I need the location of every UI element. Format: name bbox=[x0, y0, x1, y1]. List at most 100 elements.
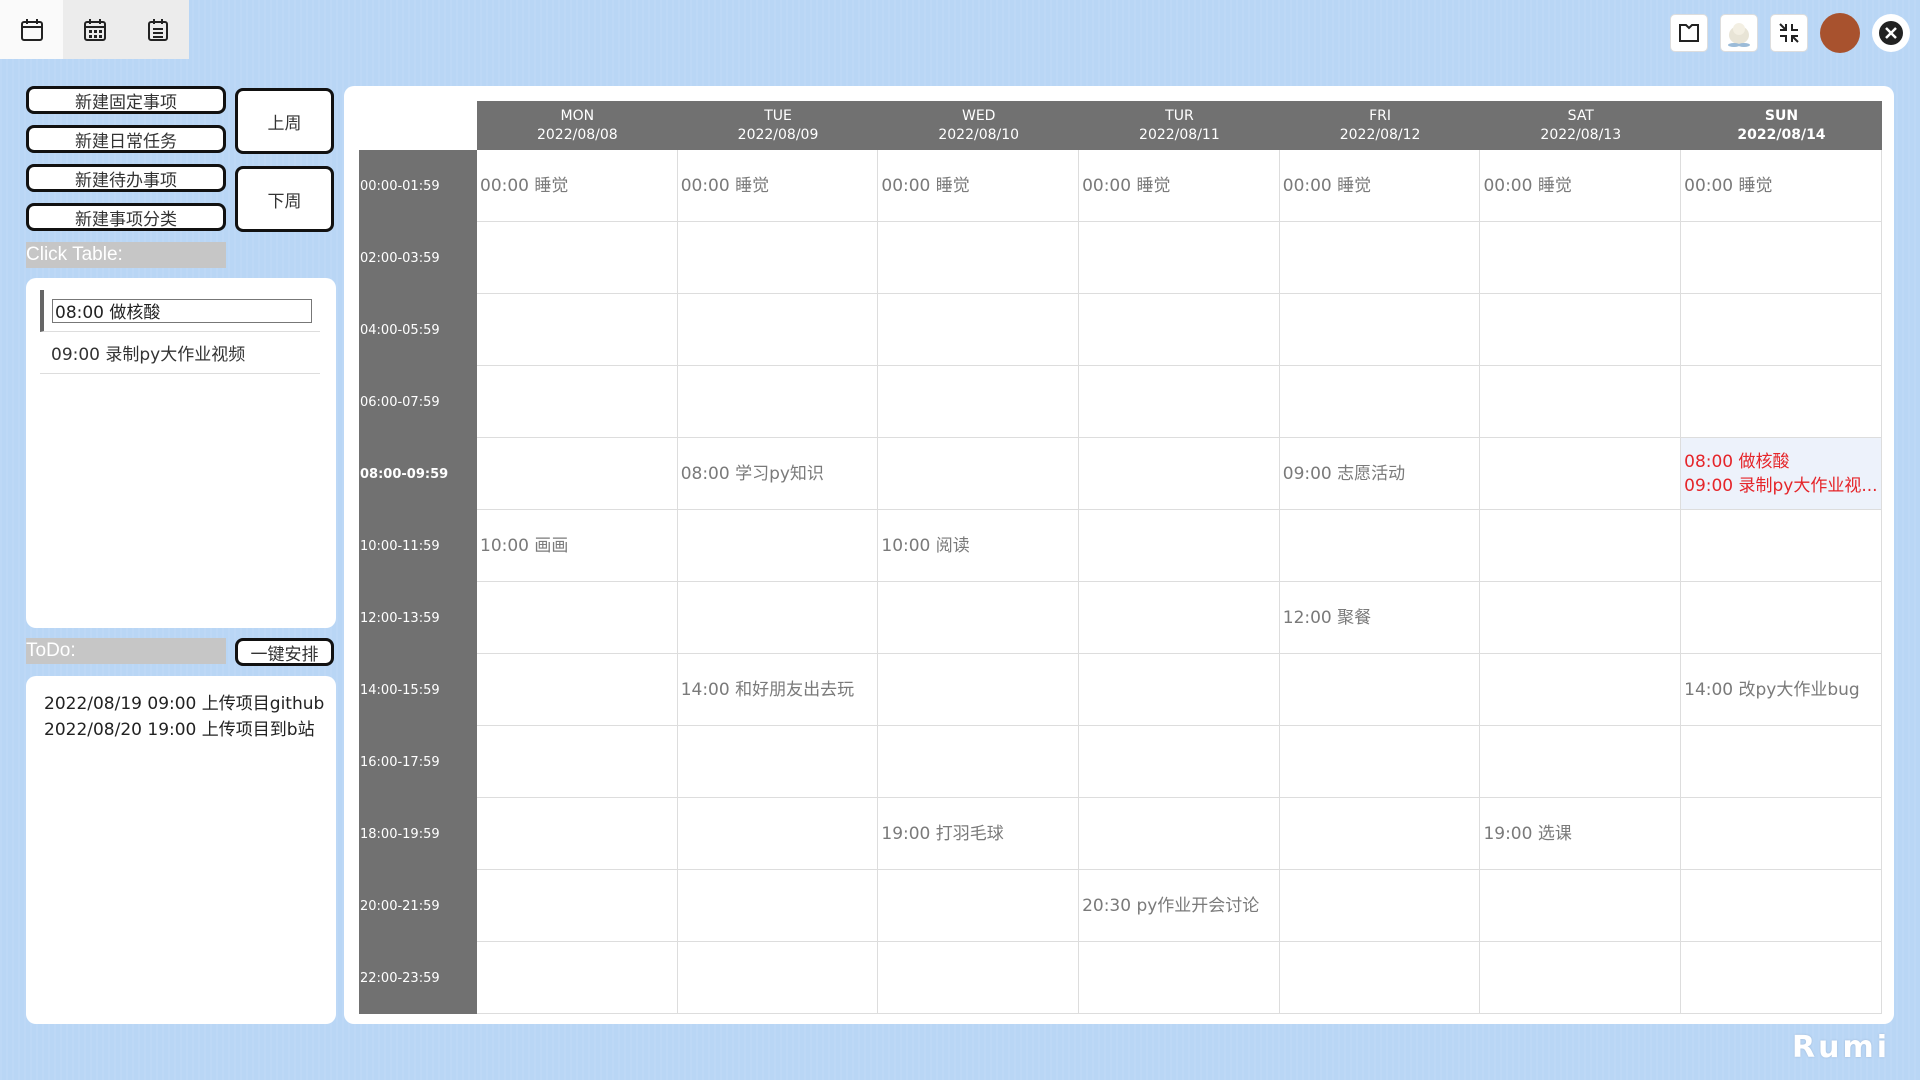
calendar-cell[interactable] bbox=[1279, 798, 1481, 870]
calendar-cell[interactable] bbox=[677, 222, 879, 294]
calendar-cell[interactable] bbox=[1480, 942, 1682, 1014]
calendar-cell[interactable] bbox=[878, 294, 1080, 366]
calendar-cell[interactable] bbox=[878, 222, 1080, 294]
calendar-cell[interactable]: 08:00 做核酸 09:00 录制py大作业视... bbox=[1681, 438, 1882, 510]
calendar-cell[interactable] bbox=[677, 366, 879, 438]
calendar-cell[interactable] bbox=[477, 438, 678, 510]
calendar-cell[interactable] bbox=[477, 798, 678, 870]
calendar-cell[interactable] bbox=[677, 582, 879, 654]
new-fixed-item-button[interactable]: 新建固定事项 bbox=[26, 86, 226, 114]
calendar-cell[interactable] bbox=[1279, 366, 1481, 438]
calendar-cell[interactable] bbox=[1279, 222, 1481, 294]
calendar-cell[interactable] bbox=[1480, 726, 1682, 798]
calendar-cell[interactable]: 08:00 学习py知识 bbox=[677, 438, 879, 510]
todo-item[interactable]: 2022/08/20 19:00 上传项目到b站 bbox=[44, 717, 318, 743]
calendar-cell[interactable]: 00:00 睡觉 bbox=[677, 150, 879, 222]
calendar-cell[interactable]: 12:00 聚餐 bbox=[1279, 582, 1481, 654]
calendar-cell[interactable] bbox=[477, 294, 678, 366]
calendar-cell[interactable] bbox=[1079, 294, 1280, 366]
calendar-cell[interactable] bbox=[477, 726, 678, 798]
calendar-cell[interactable] bbox=[1681, 366, 1882, 438]
list-item[interactable] bbox=[40, 290, 320, 332]
pet-button[interactable] bbox=[1720, 14, 1758, 52]
calendar-cell[interactable] bbox=[878, 870, 1080, 942]
calendar-cell[interactable]: 00:00 睡觉 bbox=[477, 150, 678, 222]
calendar-cell[interactable] bbox=[1681, 222, 1882, 294]
calendar-cell[interactable]: 19:00 选课 bbox=[1480, 798, 1682, 870]
calendar-cell[interactable] bbox=[477, 654, 678, 726]
calendar-cell[interactable] bbox=[1279, 942, 1481, 1014]
calendar-cell[interactable]: 00:00 睡觉 bbox=[1480, 150, 1682, 222]
calendar-cell[interactable] bbox=[1279, 654, 1481, 726]
calendar-cell[interactable] bbox=[878, 438, 1080, 510]
calendar-cell[interactable]: 20:30 py作业开会讨论 bbox=[1079, 870, 1280, 942]
todo-item[interactable]: 2022/08/19 09:00 上传项目github bbox=[44, 691, 324, 717]
calendar-cell[interactable]: 00:00 睡觉 bbox=[1079, 150, 1280, 222]
calendar-cell[interactable]: 10:00 阅读 bbox=[878, 510, 1080, 582]
calendar-cell[interactable] bbox=[1480, 222, 1682, 294]
calendar-cell[interactable] bbox=[1279, 510, 1481, 582]
calendar-cell[interactable] bbox=[1079, 942, 1280, 1014]
calendar-cell[interactable] bbox=[878, 942, 1080, 1014]
calendar-cell[interactable]: 14:00 和好朋友出去玩 bbox=[677, 654, 879, 726]
new-todo-button[interactable]: 新建待办事项 bbox=[26, 164, 226, 192]
calendar-cell[interactable]: 14:00 改py大作业bug bbox=[1681, 654, 1882, 726]
calendar-cell[interactable] bbox=[1480, 438, 1682, 510]
avatar[interactable] bbox=[1820, 13, 1860, 53]
calendar-cell[interactable] bbox=[878, 726, 1080, 798]
close-button[interactable] bbox=[1872, 14, 1910, 52]
calendar-cell[interactable] bbox=[1079, 726, 1280, 798]
calendar-cell[interactable] bbox=[1681, 510, 1882, 582]
week-view-button[interactable] bbox=[63, 0, 126, 59]
calendar-cell[interactable] bbox=[677, 942, 879, 1014]
calendar-cell[interactable] bbox=[1480, 366, 1682, 438]
calendar-cell[interactable] bbox=[1681, 870, 1882, 942]
new-daily-task-button[interactable]: 新建日常任务 bbox=[26, 125, 226, 153]
calendar-cell[interactable]: 10:00 画画 bbox=[477, 510, 678, 582]
calendar-cell[interactable] bbox=[1079, 582, 1280, 654]
calendar-cell[interactable] bbox=[1279, 870, 1481, 942]
calendar-cell[interactable] bbox=[477, 870, 678, 942]
calendar-cell[interactable] bbox=[1079, 798, 1280, 870]
list-item[interactable]: 09:00 录制py大作业视频 bbox=[40, 332, 320, 374]
calendar-cell[interactable] bbox=[477, 222, 678, 294]
calendar-cell[interactable] bbox=[1079, 222, 1280, 294]
calendar-cell[interactable] bbox=[677, 510, 879, 582]
calendar-cell[interactable] bbox=[1480, 870, 1682, 942]
calendar-cell[interactable] bbox=[1681, 294, 1882, 366]
calendar-cell[interactable] bbox=[1681, 942, 1882, 1014]
minimize-button[interactable] bbox=[1770, 14, 1808, 52]
calendar-cell[interactable] bbox=[1279, 294, 1481, 366]
day-view-button[interactable] bbox=[0, 0, 63, 59]
auto-arrange-button[interactable]: 一键安排 bbox=[235, 638, 334, 666]
calendar-cell[interactable] bbox=[1480, 582, 1682, 654]
next-week-button[interactable]: 下周 bbox=[235, 166, 334, 232]
calendar-cell[interactable]: 19:00 打羽毛球 bbox=[878, 798, 1080, 870]
calendar-cell[interactable] bbox=[677, 798, 879, 870]
calendar-cell[interactable] bbox=[1079, 366, 1280, 438]
calendar-cell[interactable] bbox=[1079, 510, 1280, 582]
calendar-cell[interactable]: 00:00 睡觉 bbox=[878, 150, 1080, 222]
calendar-cell[interactable] bbox=[477, 582, 678, 654]
calendar-cell[interactable] bbox=[677, 870, 879, 942]
calendar-cell[interactable] bbox=[1681, 582, 1882, 654]
calendar-cell[interactable]: 00:00 睡觉 bbox=[1681, 150, 1882, 222]
click-item-edit-field[interactable] bbox=[52, 298, 312, 323]
prev-week-button[interactable]: 上周 bbox=[235, 88, 334, 154]
calendar-cell[interactable] bbox=[1079, 654, 1280, 726]
calendar-cell[interactable] bbox=[1681, 798, 1882, 870]
calendar-cell[interactable] bbox=[1480, 294, 1682, 366]
calendar-cell[interactable] bbox=[677, 294, 879, 366]
calendar-cell[interactable] bbox=[1079, 438, 1280, 510]
calendar-cell[interactable] bbox=[1279, 726, 1481, 798]
list-view-button[interactable] bbox=[126, 0, 189, 59]
calendar-cell[interactable] bbox=[477, 366, 678, 438]
new-category-button[interactable]: 新建事项分类 bbox=[26, 203, 226, 231]
calendar-cell[interactable] bbox=[878, 582, 1080, 654]
calendar-cell[interactable] bbox=[878, 654, 1080, 726]
calendar-cell[interactable]: 00:00 睡觉 bbox=[1279, 150, 1481, 222]
calendar-cell[interactable] bbox=[1681, 726, 1882, 798]
calendar-cell[interactable] bbox=[878, 366, 1080, 438]
calendar-cell[interactable] bbox=[1480, 510, 1682, 582]
skin-button[interactable] bbox=[1670, 14, 1708, 52]
